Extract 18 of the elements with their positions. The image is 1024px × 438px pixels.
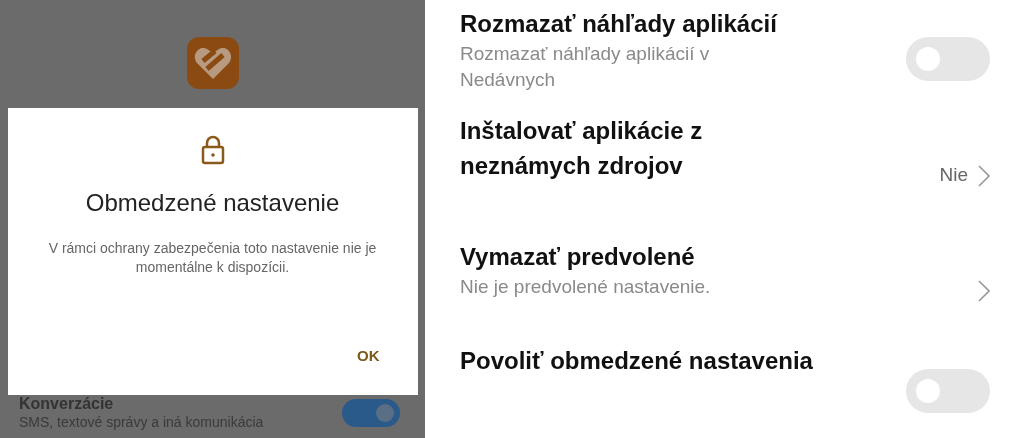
toggle-switch[interactable] — [906, 368, 990, 413]
toggle-switch[interactable] — [342, 399, 400, 427]
setting-title: Konverzácie — [19, 395, 115, 413]
setting-title: Rozmazať náhľady aplikácií — [460, 9, 779, 39]
ok-button[interactable]: OK — [349, 340, 388, 371]
toggle-switch[interactable] — [906, 37, 990, 82]
setting-subtitle: Rozmazať náhľady aplikácií v Nedávnych — [460, 42, 711, 92]
dialog-title: Obmedzené nastavenie — [85, 188, 340, 218]
lock-icon — [200, 135, 225, 165]
chevron-right-icon — [978, 280, 990, 303]
setting-title: Inštalovať aplikácie z neznámych zdrojov — [460, 115, 704, 181]
dialog-message: V rámci ochrany zabezpečenia toto nastavenie nie je momentálne k dispozícii. — [47, 239, 378, 277]
setting-subtitle: Nie je predvolené nastavenie. — [460, 274, 712, 299]
app-icon — [186, 37, 239, 89]
setting-title: Povoliť obmedzené nastavenia — [460, 346, 814, 377]
setting-value: Nie — [939, 163, 968, 188]
setting-title: Vymazať predvolené — [460, 241, 696, 272]
chevron-right-icon — [978, 164, 990, 187]
